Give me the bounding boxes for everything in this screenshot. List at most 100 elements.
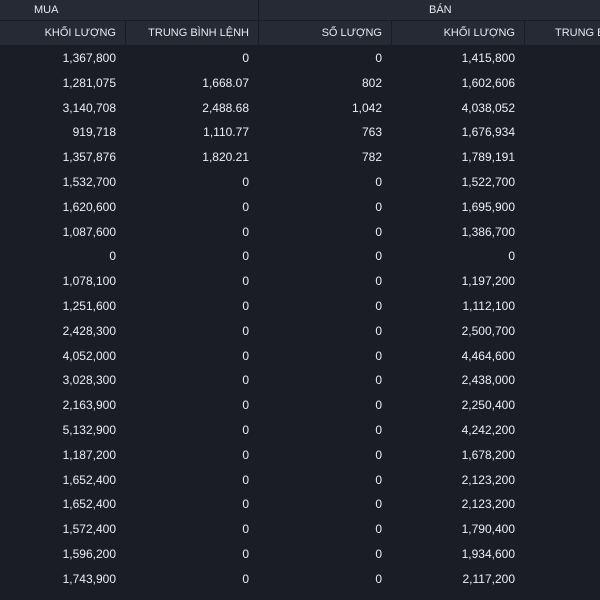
buy-avg-order-cell: 0 — [242, 373, 249, 388]
sell-count-cell: 0 — [375, 249, 382, 264]
table-row: 1,357,876 1,820.21 782 1,789,191 — [0, 145, 600, 170]
buy-volume-cell: 1,532,700 — [62, 174, 116, 189]
column-header-sell-count[interactable]: SỐ LƯỢNG — [259, 21, 391, 45]
table-row: 3,028,300 0 0 2,438,000 — [0, 368, 600, 393]
group-header-buy-label: MUA — [34, 4, 59, 16]
buy-avg-order-cell: 0 — [242, 497, 249, 512]
trading-table: MUA BÁN KHỐI LƯỢNG TRUNG BÌNH LỆNH SỐ LƯ… — [0, 0, 600, 600]
sell-volume-cell: 0 — [508, 249, 515, 264]
sell-volume-cell: 1,790,400 — [461, 522, 515, 537]
sell-volume-cell: 2,250,400 — [461, 398, 515, 413]
buy-avg-order-cell: 0 — [242, 348, 249, 363]
buy-volume-cell: 1,743,900 — [62, 571, 116, 586]
sell-volume-cell: 1,522,700 — [461, 174, 515, 189]
sell-volume-cell: 1,415,800 — [461, 51, 515, 65]
sell-count-cell: 0 — [375, 522, 382, 537]
buy-volume-cell: 1,281,075 — [62, 75, 116, 90]
table-body: 1,367,800 0 0 1,415,800 1,281,075 1,668.07 802… — [0, 46, 600, 592]
sell-volume-cell: 2,438,000 — [461, 373, 515, 388]
buy-avg-order-cell: 0 — [242, 323, 249, 338]
buy-volume-cell: 2,428,300 — [62, 323, 116, 338]
buy-volume-cell: 1,620,600 — [62, 199, 116, 214]
buy-avg-order-cell: 0 — [242, 274, 249, 289]
buy-avg-order-cell: 0 — [242, 174, 249, 189]
buy-volume-cell: 1,596,200 — [62, 546, 116, 561]
buy-avg-order-cell: 0 — [242, 571, 249, 586]
buy-avg-order-cell: 0 — [242, 224, 249, 239]
buy-avg-order-cell: 2,488.68 — [202, 100, 249, 115]
sell-volume-cell: 2,123,200 — [461, 497, 515, 512]
sell-count-cell: 0 — [375, 174, 382, 189]
sell-volume-cell: 1,676,934 — [461, 125, 515, 140]
table-row: 3,140,708 2,488.68 1,042 4,038,052 — [0, 96, 600, 121]
buy-avg-order-cell: 0 — [242, 422, 249, 437]
buy-volume-cell: 5,132,900 — [62, 422, 116, 437]
group-header-buy: MUA — [0, 0, 258, 20]
sell-count-cell: 0 — [375, 422, 382, 437]
sell-volume-cell: 4,038,052 — [461, 100, 515, 115]
table-row: 1,078,100 0 0 1,197,200 — [0, 269, 600, 294]
group-header-sell-label: BÁN — [429, 4, 452, 16]
buy-avg-order-cell: 0 — [242, 249, 249, 264]
sell-count-cell: 763 — [361, 125, 382, 140]
buy-volume-cell: 919,718 — [72, 125, 116, 140]
sell-count-cell: 0 — [375, 571, 382, 586]
group-header-sell: BÁN — [259, 0, 600, 20]
sell-volume-cell: 2,123,200 — [461, 472, 515, 487]
sell-volume-cell: 4,464,600 — [461, 348, 515, 363]
table-row: 1,251,600 0 0 1,112,100 — [0, 294, 600, 319]
sell-volume-cell: 1,934,600 — [461, 546, 515, 561]
buy-avg-order-cell: 0 — [242, 472, 249, 487]
sell-count-cell: 0 — [375, 51, 382, 65]
buy-avg-order-cell: 0 — [242, 447, 249, 462]
column-header-sell-volume[interactable]: KHỐI LƯỢNG — [392, 21, 524, 45]
sell-volume-cell: 2,117,200 — [462, 571, 516, 586]
sell-count-cell: 0 — [375, 323, 382, 338]
column-header-sell-avg-order[interactable]: TRUNG BÌ — [525, 21, 600, 45]
table-row: 1,652,400 0 0 2,123,200 — [0, 468, 600, 493]
sell-count-cell: 782 — [361, 150, 382, 165]
sell-volume-cell: 1,602,606 — [461, 75, 515, 90]
sell-count-cell: 0 — [375, 497, 382, 512]
sell-volume-cell: 2,500,700 — [461, 323, 515, 338]
table-row: 1,652,400 0 0 2,123,200 — [0, 492, 600, 517]
sell-volume-cell: 1,197,200 — [461, 274, 515, 289]
buy-avg-order-cell: 1,668.07 — [202, 75, 249, 90]
buy-avg-order-cell: 1,110.77 — [203, 125, 249, 140]
buy-volume-cell: 0 — [109, 249, 116, 264]
sell-count-cell: 0 — [375, 224, 382, 239]
table-row: 1,281,075 1,668.07 802 1,602,606 — [0, 71, 600, 96]
sell-count-cell: 0 — [375, 274, 382, 289]
sell-count-cell: 0 — [375, 298, 382, 313]
sell-volume-cell: 1,789,191 — [461, 150, 515, 165]
table-row: 1,367,800 0 0 1,415,800 — [0, 46, 600, 71]
table-row: 1,087,600 0 0 1,386,700 — [0, 220, 600, 245]
column-header-row: KHỐI LƯỢNG TRUNG BÌNH LỆNH SỐ LƯỢNG KHỐI… — [0, 21, 600, 45]
buy-avg-order-cell: 0 — [242, 398, 249, 413]
sell-count-cell: 0 — [375, 472, 382, 487]
buy-volume-cell: 1,652,400 — [62, 472, 116, 487]
table-row: 4,052,000 0 0 4,464,600 — [0, 344, 600, 369]
buy-volume-cell: 1,187,200 — [62, 447, 116, 462]
sell-volume-cell: 1,695,900 — [461, 199, 515, 214]
table-row: 1,743,900 0 0 2,117,200 — [0, 567, 600, 592]
buy-volume-cell: 3,028,300 — [62, 373, 116, 388]
buy-volume-cell: 1,251,600 — [62, 298, 116, 313]
buy-avg-order-cell: 0 — [242, 546, 249, 561]
buy-avg-order-cell: 0 — [242, 199, 249, 214]
sell-count-cell: 0 — [375, 373, 382, 388]
buy-volume-cell: 1,087,600 — [62, 224, 116, 239]
buy-avg-order-cell: 0 — [242, 522, 249, 537]
sell-count-cell: 0 — [375, 546, 382, 561]
buy-avg-order-cell: 1,820.21 — [202, 150, 249, 165]
sell-volume-cell: 1,386,700 — [461, 224, 515, 239]
sell-count-cell: 0 — [375, 348, 382, 363]
sell-count-cell: 0 — [375, 199, 382, 214]
column-header-buy-volume[interactable]: KHỐI LƯỢNG — [0, 21, 125, 45]
sell-count-cell: 802 — [361, 75, 382, 90]
table-row: 2,163,900 0 0 2,250,400 — [0, 393, 600, 418]
table-row: 1,572,400 0 0 1,790,400 — [0, 517, 600, 542]
table-row: 5,132,900 0 0 4,242,200 — [0, 418, 600, 443]
buy-avg-order-cell: 0 — [242, 298, 249, 313]
column-header-buy-avg-order[interactable]: TRUNG BÌNH LỆNH — [126, 21, 258, 45]
